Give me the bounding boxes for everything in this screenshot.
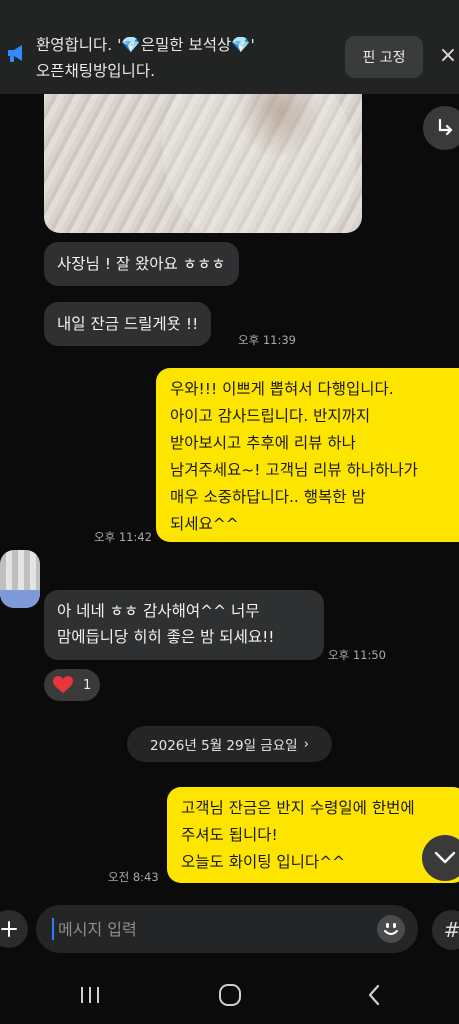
received-message[interactable]: 사장님 ! 잘 왔아요 ㅎㅎㅎ xyxy=(44,242,239,286)
reaction-count: 1 xyxy=(83,677,92,693)
heart-icon xyxy=(53,676,73,693)
message-line: 주셔도 됩니다! xyxy=(181,826,278,844)
chevron-right-icon: › xyxy=(303,736,309,752)
notice-banner[interactable]: 환영합니다. '💎은밀한 보석상💎' 오픈채팅방입니다. 핀 고정 × xyxy=(0,0,459,94)
message-text: 사장님 ! 잘 왔아요 ㅎㅎㅎ xyxy=(57,255,226,273)
message-text: 내일 잔금 드릴게욧 !! xyxy=(57,315,199,333)
text-cursor xyxy=(52,918,54,940)
notice-suffix: ' xyxy=(250,36,255,54)
message-time: 오전 8:43 xyxy=(108,870,159,884)
share-button[interactable] xyxy=(423,106,459,150)
message-line: 매우 소중하답니다.. 행복한 밤 xyxy=(170,488,366,506)
notice-text: 환영합니다. '💎은밀한 보석상💎' 오픈채팅방입니다. xyxy=(36,32,336,84)
message-line: 맘에듭니당 히히 좋은 밤 되세요!! xyxy=(57,628,275,646)
message-time: 오후 11:50 xyxy=(328,648,386,662)
chevron-down-icon xyxy=(434,851,456,864)
sent-message[interactable]: 고객님 잔금은 반지 수령일에 한번에 주셔도 됩니다! 오늘도 화이팅 입니다… xyxy=(167,787,459,883)
back-icon[interactable] xyxy=(344,966,404,1024)
close-icon[interactable]: × xyxy=(436,44,459,68)
message-line: 오늘도 화이팅 입니다^^ xyxy=(181,853,346,871)
pin-button[interactable]: 핀 고정 xyxy=(345,36,423,78)
message-line: 아 네네 ㅎㅎ 감사해여^^ 너무 xyxy=(57,602,260,620)
notice-prefix: 환영합니다. ' xyxy=(36,36,122,54)
system-nav-bar xyxy=(0,966,459,1024)
message-line: 되세요^^ xyxy=(170,515,239,533)
message-line: 받아보시고 추후에 리뷰 하나 xyxy=(170,434,356,452)
gem-icon: 💎 xyxy=(121,36,141,54)
message-input-box[interactable] xyxy=(36,905,418,953)
plus-icon xyxy=(1,921,17,937)
hashtag-icon[interactable]: # xyxy=(432,910,459,950)
message-time: 오후 11:42 xyxy=(94,530,152,544)
photo-message[interactable] xyxy=(44,70,362,233)
message-time: 오후 11:39 xyxy=(238,333,296,347)
avatar[interactable] xyxy=(0,550,40,608)
date-divider[interactable]: 2026년 5월 29일 금요일 › xyxy=(127,726,332,762)
gem-icon: 💎 xyxy=(231,36,251,54)
notice-line2: 오픈채팅방입니다. xyxy=(36,62,156,80)
recent-apps-icon[interactable] xyxy=(60,966,120,1024)
share-arrow-icon xyxy=(438,118,453,136)
message-line: 고객님 잔금은 반지 수령일에 한번에 xyxy=(181,799,415,817)
room-name: 은밀한 보석상 xyxy=(140,36,232,54)
message-line: 우와!!! 이쁘게 뽑혀서 다행입니다. xyxy=(170,380,394,398)
attach-button[interactable] xyxy=(0,910,28,948)
received-message[interactable]: 아 네네 ㅎㅎ 감사해여^^ 너무 맘에듭니당 히히 좋은 밤 되세요!! xyxy=(44,590,324,660)
message-input[interactable] xyxy=(56,918,360,940)
home-icon[interactable] xyxy=(200,966,260,1024)
message-line: 남겨주세요~! 고객님 리뷰 하나하나가 xyxy=(170,461,418,479)
megaphone-icon xyxy=(6,42,26,64)
received-message[interactable]: 내일 잔금 드릴게욧 !! xyxy=(44,302,212,346)
reaction-badge[interactable]: 1 xyxy=(44,669,100,701)
emoji-icon[interactable] xyxy=(376,914,406,944)
message-line: 아이고 감사드립니다. 반지까지 xyxy=(170,407,371,425)
date-text: 2026년 5월 29일 금요일 xyxy=(150,738,298,754)
sent-message[interactable]: 우와!!! 이쁘게 뽑혀서 다행입니다. 아이고 감사드립니다. 반지까지 받아… xyxy=(156,368,459,542)
